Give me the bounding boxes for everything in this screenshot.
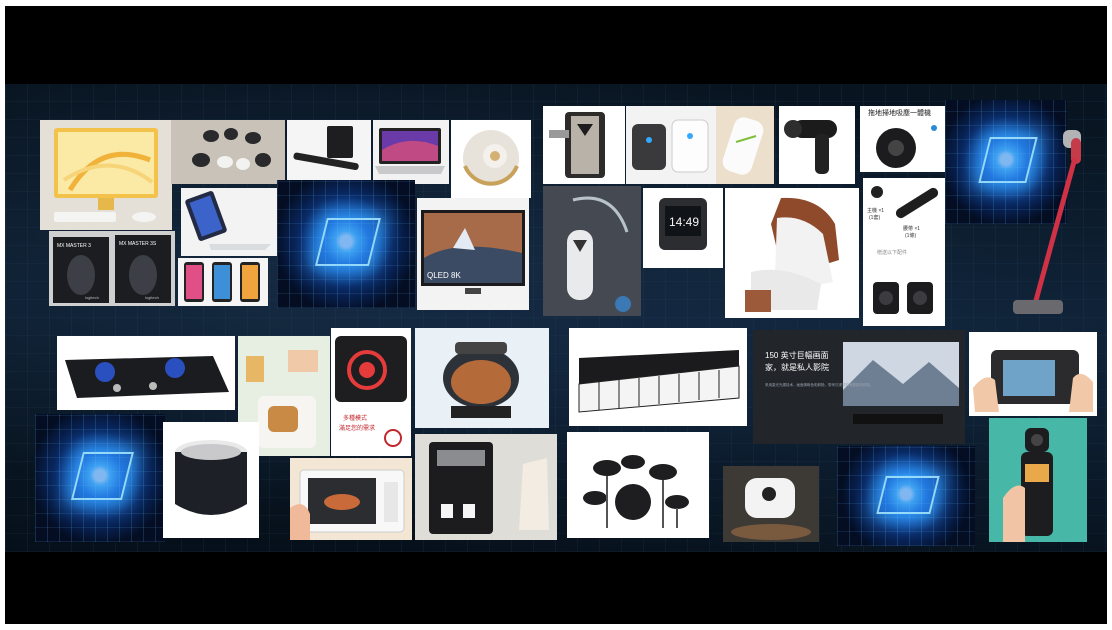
digital-piano-photo [569, 328, 747, 426]
massager-belt-photo: 主機 ×1 (1套) 腰帶 ×1 (1條) 贈送以下配件 [863, 178, 945, 326]
massager-label-3: 腰帶 ×1 [903, 225, 920, 232]
rice-cooker-photo [163, 422, 259, 538]
mouse-box-label-2: MX MASTER 3S [119, 241, 157, 247]
tv-badge: QLED 8K [427, 271, 461, 280]
microwave-photo [290, 458, 412, 540]
mouse-box-label-1: MX MASTER 3 [57, 243, 91, 249]
mouse-box-brand-1: logitech [85, 295, 99, 300]
massage-chair-photo [725, 188, 859, 318]
mini-projector-photo [723, 466, 819, 542]
circuit-chip-graphic [837, 446, 975, 546]
wireless-earbuds-photo [171, 120, 285, 184]
projector-ad-photo: 150 英寸巨幅画面 家，就是私人影院采用激光光源技术，画面清晰色彩鲜艳，带来沉浸… [753, 330, 965, 444]
drum-kit-photo [567, 432, 709, 538]
massager-label-1: 主機 ×1 [867, 207, 884, 214]
mirrorless-camera-photo [969, 332, 1097, 416]
watch-display: 14:49 [669, 215, 699, 229]
massager-label-2: (1套) [869, 214, 880, 221]
laptop-photo [373, 120, 449, 184]
coffee-machine-photo [415, 434, 557, 540]
wall-charger-photo [716, 106, 774, 184]
air-fryer-photo [415, 328, 549, 428]
bluetooth-earpiece-photo [543, 186, 641, 316]
soundbar-photo [287, 120, 371, 184]
wireless-speaker-photo [451, 120, 531, 198]
circuit-board-background: QLED 8K MX MASTER 3 MX MASTER 3S logitech l… [5, 84, 1107, 552]
circuit-chip-graphic [35, 414, 165, 542]
qled-tv-photo: QLED 8K [417, 198, 529, 310]
smartwatch-photo: 14:49 [643, 188, 723, 268]
massage-gun-photo [779, 106, 855, 184]
gimbal-camera-photo [989, 418, 1087, 542]
stick-vacuum-photo [1005, 128, 1085, 328]
massager-caption: 贈送以下配件 [877, 249, 907, 256]
induction-cooker-photo: 多種模式滿足您的需求 [331, 328, 411, 456]
cooker-caption-2: 滿足您的需求 [339, 424, 375, 432]
projector-body: 采用激光光源技术，画面清晰色彩鲜艳，带来沉浸式的家庭影院体验。 [765, 382, 874, 387]
projector-title-2: 家，就是私人影院 [765, 362, 829, 372]
smartphones-photo [178, 258, 268, 306]
cooker-caption-1: 多種模式 [343, 414, 367, 422]
projector-title-1: 150 英寸巨幅画面 [765, 350, 829, 360]
collage-frame: QLED 8K MX MASTER 3 MX MASTER 3S logitech l… [5, 6, 1107, 624]
smart-lock-photo [543, 106, 625, 184]
desktop-computer-photo [40, 120, 172, 230]
massager-label-4: (1條) [905, 232, 916, 239]
robot-vacuum-caption: 拖地掃地吸塵一體機 [868, 108, 931, 117]
circuit-chip-graphic [277, 180, 415, 308]
gas-stove-photo [57, 336, 235, 410]
tablet-keyboard-photo [181, 188, 279, 256]
mouse-box-photo: MX MASTER 3 MX MASTER 3S logitech logitech [49, 231, 175, 306]
smart-trash-bin-photo [626, 106, 716, 184]
mouse-box-brand-2: logitech [145, 295, 159, 300]
